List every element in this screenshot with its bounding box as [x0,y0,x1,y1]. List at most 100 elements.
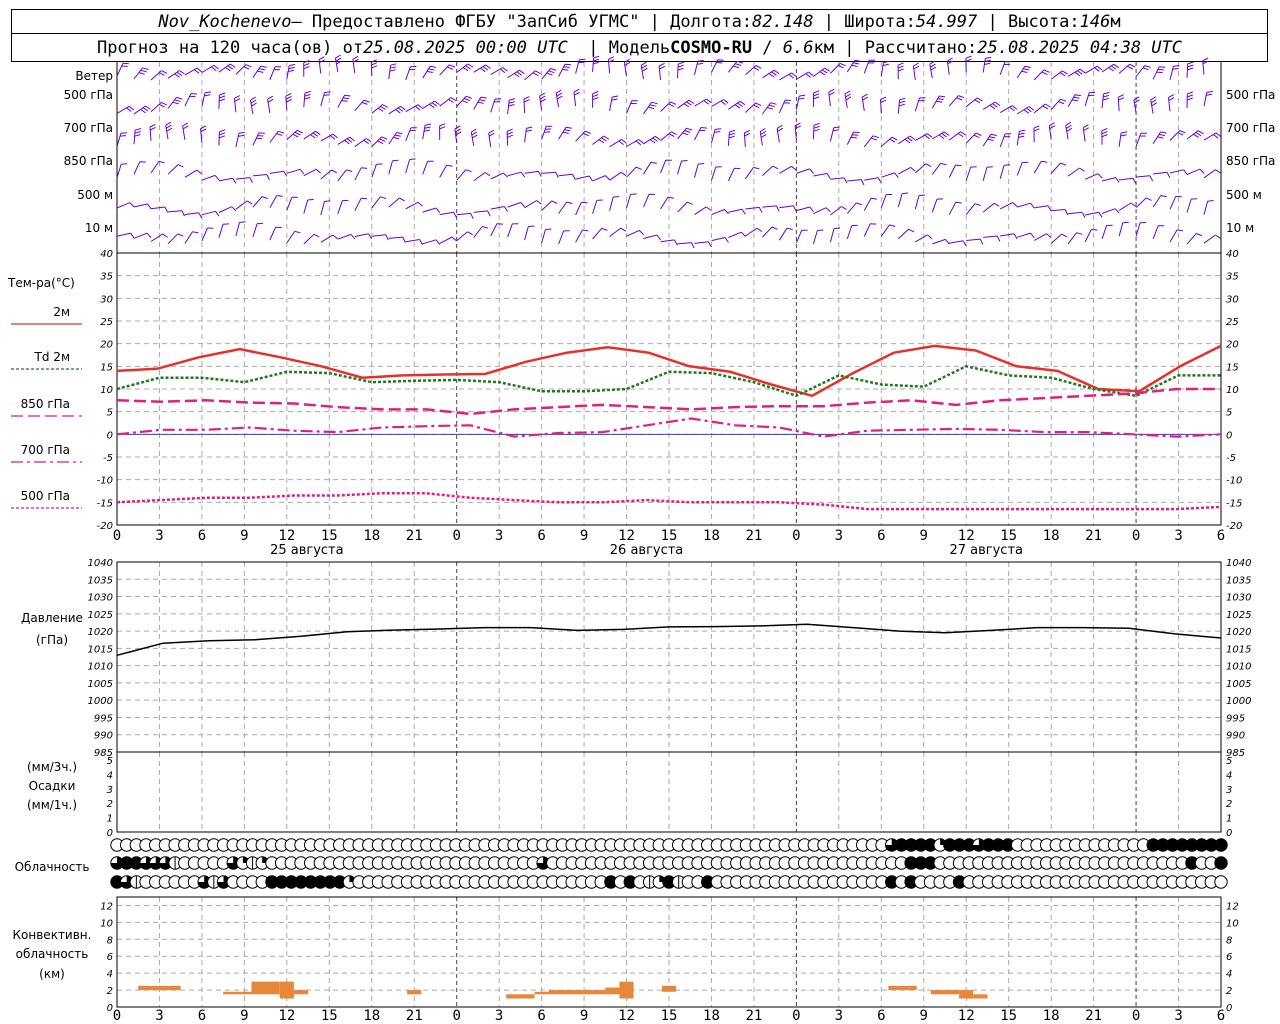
wind-barb [473,226,489,238]
wind-barb [660,196,674,210]
wind-barb [523,96,530,114]
x-tick-label: 21 [406,528,423,544]
wind-barb [677,99,695,109]
wind-barb [1118,131,1128,147]
wind-barb [897,97,906,114]
wind-barb [558,230,570,245]
wind-barb [949,240,967,247]
wind-barb [982,202,1000,213]
wind-barb [286,196,298,211]
wind-barb [660,101,677,112]
pressure-y-tick: 990 [94,731,113,742]
wind-barb [643,193,656,208]
conv-y-tick: 8 [107,935,113,946]
x-tick-label: 6 [537,528,545,544]
wind-barb [388,197,405,208]
conv-cloud-block [223,991,252,995]
wind-barb [1203,169,1221,179]
wind-barb [1203,200,1214,215]
wind-barb [1067,68,1086,77]
conv-cloud-block [930,990,960,995]
temp-y-tick: -20 [97,521,113,532]
wind-barb [880,136,898,147]
wind-barb [201,91,211,107]
conv-y-tick: 4 [107,969,113,980]
wind-barb [1133,96,1140,114]
wind-barb [796,168,814,174]
temp-y-tick-right: 30 [1226,294,1239,305]
cloud-symbol [1214,856,1228,870]
x-tick-label: 15 [321,528,338,544]
wind-barb [1117,94,1125,112]
wind-barb [592,227,608,240]
x-tick-label: 6 [877,528,885,544]
x-tick-label: 9 [240,528,248,544]
wind-barb [592,135,610,145]
x-tick-label-bottom: 3 [1174,1008,1182,1024]
wind-barb [744,166,760,180]
x-tick-label-bottom: 18 [1043,1008,1060,1024]
wind-barb [1186,91,1194,109]
temp-y-tick: 30 [100,294,113,305]
wind-barb [1067,94,1081,108]
wind-barb [507,223,519,238]
wind-barb [863,135,879,148]
wind-barb [388,63,397,80]
conv-y-tick-right: 2 [1226,986,1232,997]
temp-legend-label: 700 гПа [21,443,70,457]
wind-barb [337,233,356,240]
wind-barb [286,129,303,141]
x-tick-label-bottom: 6 [877,1008,885,1024]
conv-y-tick-right: 0 [1226,1003,1232,1014]
wind-barb [828,88,835,107]
pressure-y-tick: 1020 [88,627,113,638]
wind-level-label-right: 850 гПа [1226,154,1275,168]
wind-barb [370,59,378,77]
wind-barb [660,159,672,174]
wind-barb [762,165,779,176]
wind-barb [677,127,693,140]
wind-barb [846,224,858,240]
wind-barb [931,198,944,213]
wind-barb [133,105,151,115]
wind-barb [524,170,542,177]
wind-barb [150,101,168,113]
wind-level-label: 500 гПа [64,88,113,102]
wind-barb [728,231,746,238]
wind-barb [116,132,127,147]
wind-barb [1017,202,1035,209]
x-tick-label: 21 [745,528,762,544]
wind-barb [795,94,806,110]
wind-barb [966,238,984,245]
wind-barb [778,99,792,114]
wind-barb [149,123,156,141]
wind-barb [1050,70,1068,80]
conv-cloud-block [251,981,280,995]
wind-barb [286,63,296,80]
x-tick-label: 15 [661,528,678,544]
wind-level-label: 10 м [85,221,113,235]
wind-barb [1050,162,1067,174]
wind-barb [405,66,417,81]
conv-cloud-block [279,981,294,999]
wind-barb [626,229,644,237]
wind-barb [354,167,368,181]
wind-barb [1136,175,1154,182]
wind-barb [269,195,283,208]
wind-barb [592,175,610,182]
wind-barb [218,92,226,110]
wind-barb [931,95,946,109]
cloud-title: Облачность [15,860,90,874]
wind-barb [422,239,441,245]
wind-barb [1101,63,1119,73]
temp-y-tick: -5 [103,453,113,464]
wind-barb [235,131,245,148]
wind-barb [592,55,600,73]
wind-barb [286,230,301,244]
wind-barb [623,58,631,77]
wind-barb [524,200,542,209]
wind-barb [694,127,707,141]
wind-barb [303,198,314,214]
conv-unit: (км) [39,967,65,981]
wind-barb [728,60,743,73]
